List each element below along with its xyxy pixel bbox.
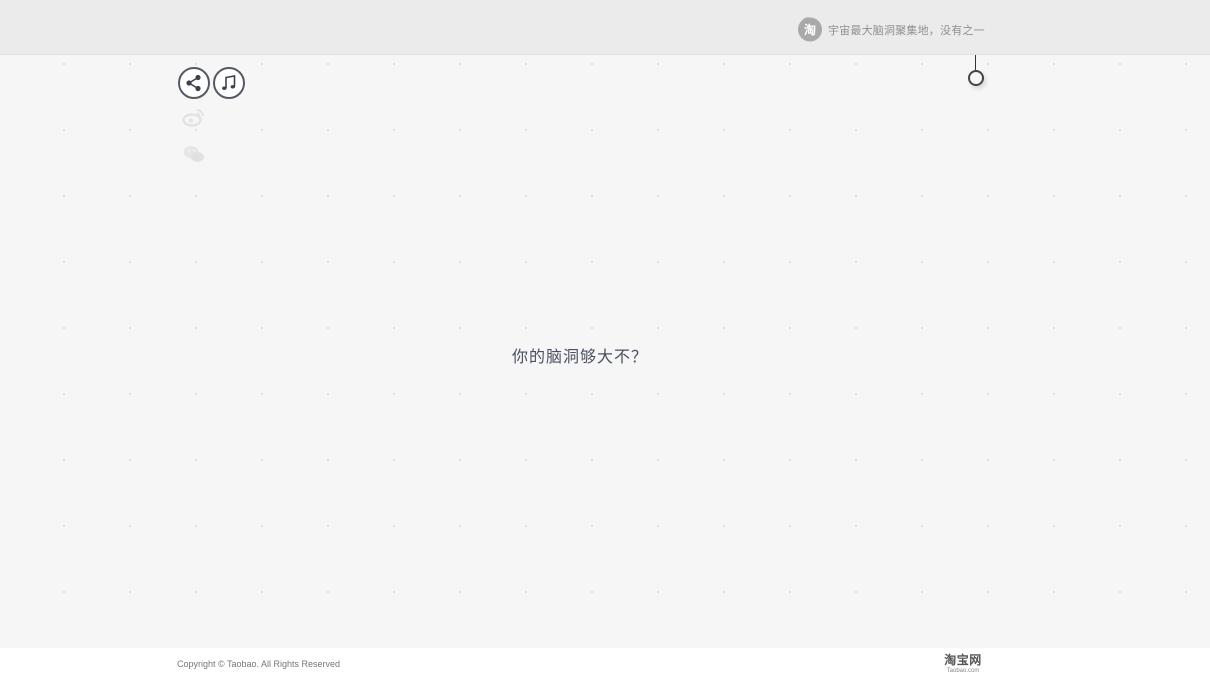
brand-name-en: Taobao.com: [946, 668, 980, 674]
copyright-text: Copyright © Taobao. All Rights Reserved: [177, 659, 341, 669]
weibo-icon: [182, 109, 204, 127]
taobao-brand-logo[interactable]: 淘宝网 Taobao.com: [938, 654, 988, 675]
music-toggle-button[interactable]: [213, 67, 245, 99]
share-button[interactable]: [178, 67, 210, 99]
pull-cord-ring[interactable]: [968, 70, 984, 86]
taobao-logo-icon: 淘: [798, 17, 822, 42]
music-note-icon: [222, 75, 236, 90]
share-icon: [186, 74, 201, 92]
pull-cord-line: [975, 55, 976, 71]
wechat-share-button[interactable]: [180, 140, 208, 168]
brand-name-cn: 淘宝网: [944, 653, 982, 667]
header-bar: 淘 宇宙最大脑洞聚集地，没有之一: [0, 0, 1210, 55]
weibo-share-button[interactable]: [180, 104, 208, 132]
taobao-logo-char: 淘: [804, 22, 816, 37]
main-question: 你的脑洞够大不？: [511, 347, 648, 366]
footer-bar: Copyright © Taobao. All Rights Reserved …: [0, 648, 1210, 680]
wechat-icon: [183, 146, 204, 162]
header-slogan: 宇宙最大脑洞聚集地，没有之一: [828, 24, 985, 37]
